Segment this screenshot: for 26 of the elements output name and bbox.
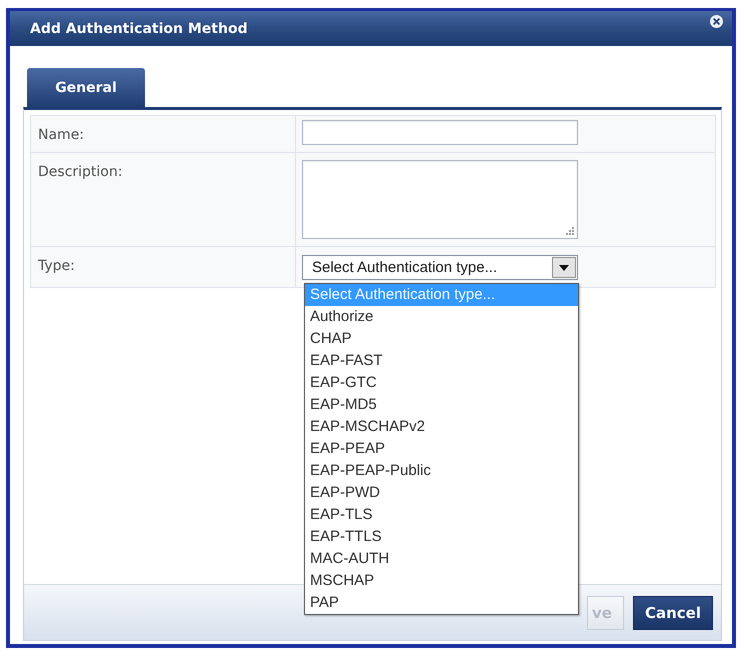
tab[interactable]: General <box>27 68 145 107</box>
dropdown-option[interactable]: MAC-AUTH <box>305 548 578 570</box>
field-label: Type: <box>38 258 75 274</box>
text-area[interactable] <box>302 160 578 239</box>
text-field[interactable] <box>302 120 578 145</box>
dropdown-option[interactable]: EAP-GTC <box>305 372 578 394</box>
dropdown-option[interactable]: EAP-PWD <box>305 482 578 504</box>
dropdown-option[interactable]: EAP-PEAP <box>305 438 578 460</box>
window-title: Add Authentication Method <box>30 20 248 38</box>
dropdown-option[interactable]: EAP-TTLS <box>305 526 578 548</box>
dropdown-option[interactable]: EAP-MD5 <box>305 394 578 416</box>
dropdown-option[interactable]: Authorize <box>305 306 578 328</box>
dropdown-option[interactable]: MSCHAP <box>305 570 578 592</box>
dropdown-option[interactable]: EAP-MSCHAPv2 <box>305 416 578 438</box>
dropdown-option[interactable]: PAP <box>305 592 578 614</box>
caret-icon[interactable] <box>552 257 576 278</box>
dropdown-option[interactable]: EAP-FAST <box>305 350 578 372</box>
dropdown-option[interactable]: EAP-PEAP-Public <box>305 460 578 482</box>
cancel-button[interactable]: Cancel <box>632 596 713 630</box>
resize-grip-icon[interactable] <box>565 226 574 235</box>
field-label: Description: <box>38 164 122 180</box>
field-label: Name: <box>38 127 84 143</box>
close-icon[interactable] <box>710 15 723 28</box>
type-select[interactable]: Select Authentication type... <box>302 255 578 280</box>
dropdown-option[interactable]: EAP-TLS <box>305 504 578 526</box>
dropdown-option[interactable]: CHAP <box>305 328 578 350</box>
